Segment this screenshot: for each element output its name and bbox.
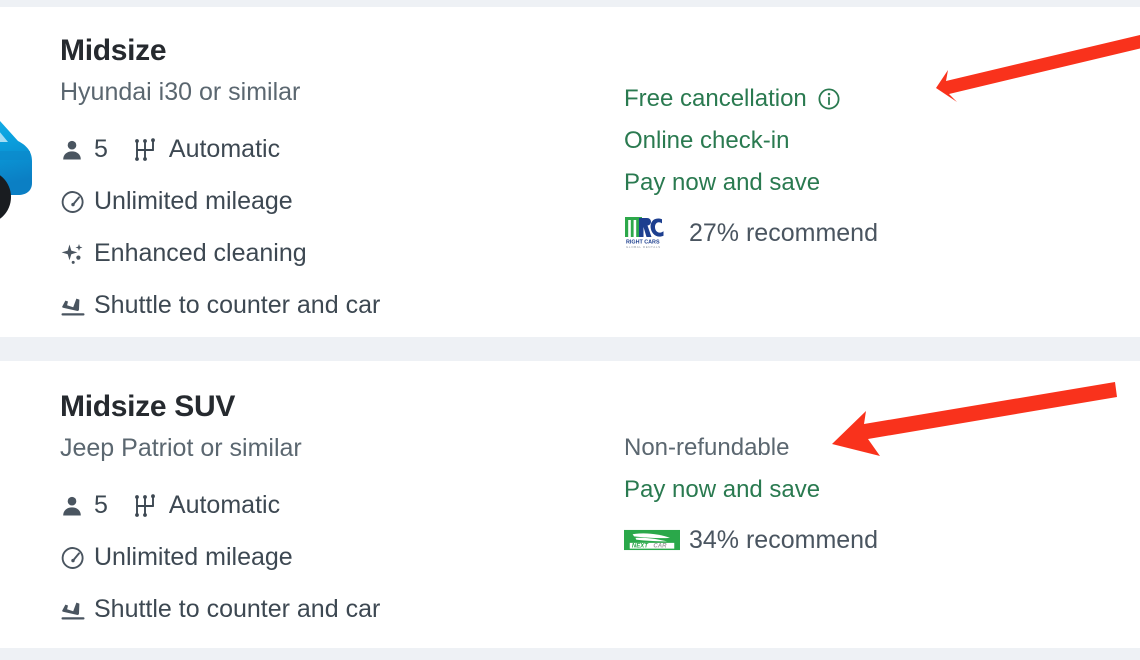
spec-row-shuttle: Shuttle to counter and car <box>60 584 380 636</box>
car-offer-card[interactable]: Midsize Hyundai i30 or similar 5 Automat… <box>0 7 1140 337</box>
policy-free-cancellation[interactable]: Free cancellation <box>624 78 878 120</box>
transmission-label: Automatic <box>168 135 281 164</box>
transmission-label: Automatic <box>168 491 281 520</box>
policy-label: Pay now and save <box>624 169 821 196</box>
transmission-icon <box>131 492 169 520</box>
seat-count: 5 <box>94 491 108 520</box>
car-subtitle: Hyundai i30 or similar <box>60 77 301 106</box>
svg-text:CAR: CAR <box>653 544 667 550</box>
plane-landing-icon <box>60 291 94 321</box>
cleaning-label: Enhanced cleaning <box>94 239 307 268</box>
vehicle-image <box>0 111 42 229</box>
shuttle-label: Shuttle to counter and car <box>94 595 381 624</box>
spec-row-seats-transmission: 5 Automatic <box>60 124 380 176</box>
car-rental-results-list: Midsize Hyundai i30 or similar 5 Automat… <box>0 0 1140 660</box>
spec-list: 5 <box>60 480 380 636</box>
offer-policies: Non-refundable Pay now and save NEXT CAR <box>624 427 878 557</box>
policy-non-refundable: Non-refundable <box>624 427 878 469</box>
offer-policies: Free cancellation Online check-in Pay no… <box>624 78 878 250</box>
car-offer-card[interactable]: Midsize SUV Jeep Patriot or similar 5 Au… <box>0 361 1140 648</box>
sparkle-icon <box>60 239 94 269</box>
recommend-percentage: 27% recommend <box>689 218 878 247</box>
offer-details: Midsize Hyundai i30 or similar 5 Automat… <box>60 35 380 332</box>
mileage-label: Unlimited mileage <box>94 543 293 572</box>
spec-row-shuttle: Shuttle to counter and car <box>60 280 380 332</box>
right-cars-logo: RIGHT CARS GLOBAL RENTALS <box>624 216 680 250</box>
offer-details: Midsize SUV Jeep Patriot or similar 5 Au… <box>60 391 380 636</box>
policy-label: Non-refundable <box>624 434 790 461</box>
seat-count: 5 <box>94 135 108 164</box>
plane-landing-icon <box>60 595 94 625</box>
spec-row-seats-transmission: 5 Automatic <box>60 480 380 532</box>
recommend-percentage: 34% recommend <box>689 525 878 554</box>
person-icon <box>60 491 94 521</box>
supplier-rating: RIGHT CARS GLOBAL RENTALS 27% recommend <box>624 216 878 250</box>
mileage-label: Unlimited mileage <box>94 187 293 216</box>
policy-label: Pay now and save <box>624 476 821 503</box>
policy-label: Online check-in <box>624 127 790 154</box>
person-icon <box>60 135 94 165</box>
car-title: Midsize SUV <box>60 390 236 423</box>
supplier-rating: NEXT CAR 34% recommend <box>624 523 878 557</box>
speedometer-icon <box>60 543 94 573</box>
car-title: Midsize <box>60 34 167 67</box>
speedometer-icon <box>60 187 94 217</box>
shuttle-label: Shuttle to counter and car <box>94 291 381 320</box>
transmission-icon <box>131 136 169 164</box>
nextcar-logo: NEXT CAR <box>624 523 680 557</box>
spec-row-mileage: Unlimited mileage <box>60 532 380 584</box>
policy-pay-now: Pay now and save <box>624 469 878 511</box>
svg-text:GLOBAL RENTALS: GLOBAL RENTALS <box>626 245 661 249</box>
policy-pay-now: Pay now and save <box>624 162 878 204</box>
policy-online-checkin: Online check-in <box>624 120 878 162</box>
policy-label: Free cancellation <box>624 85 807 112</box>
info-circle-icon[interactable] <box>817 87 841 111</box>
svg-text:NEXT: NEXT <box>632 544 649 550</box>
spec-row-cleaning: Enhanced cleaning <box>60 228 380 280</box>
spec-row-mileage: Unlimited mileage <box>60 176 380 228</box>
car-subtitle: Jeep Patriot or similar <box>60 433 302 462</box>
spec-list: 5 <box>60 124 380 332</box>
